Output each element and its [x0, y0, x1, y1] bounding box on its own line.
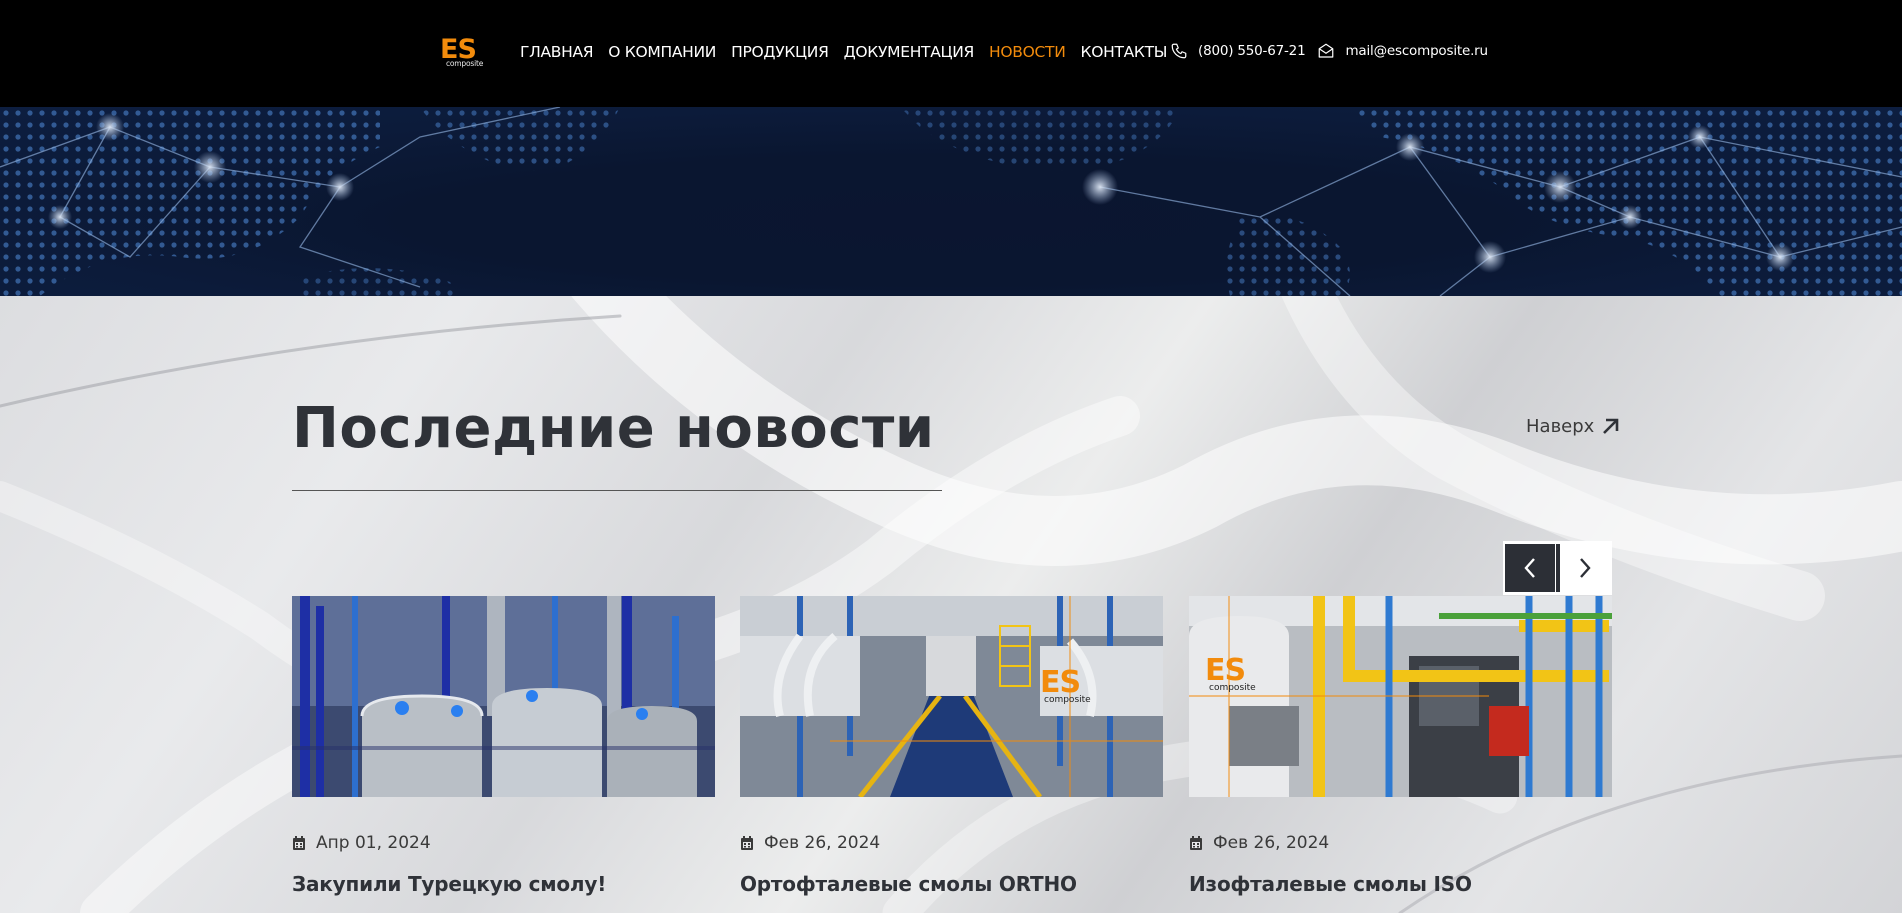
back-to-top-link[interactable]: Наверх: [1526, 416, 1620, 437]
news-date-text: Апр 01, 2024: [316, 833, 431, 853]
news-card[interactable]: Апр 01, 2024 Закупили Турецкую смолу!: [292, 596, 715, 896]
news-date: Фев 26, 2024: [1189, 833, 1329, 853]
image-logo: ES composite: [1040, 668, 1100, 708]
phone-number: (800) 550-67-21: [1198, 43, 1306, 59]
news-section: Последние новости Наверх Апр 01, 2024 За…: [0, 296, 1902, 913]
nav-item-products[interactable]: ПРОДУКЦИЯ: [731, 42, 829, 62]
image-logo-subtitle: composite: [1044, 695, 1091, 705]
carousel-controls: [1503, 541, 1612, 595]
nav-item-news[interactable]: НОВОСТИ: [989, 42, 1066, 62]
phone-link[interactable]: (800) 550-67-21: [1170, 42, 1306, 60]
nav-item-contacts[interactable]: КОНТАКТЫ: [1081, 42, 1168, 62]
calendar-icon: [741, 835, 753, 850]
calendar-icon: [1190, 835, 1202, 850]
image-logo: ES composite: [1205, 656, 1265, 696]
image-logo-subtitle: composite: [1209, 683, 1256, 693]
news-date-text: Фев 26, 2024: [1213, 833, 1330, 853]
calendar-icon: [293, 835, 305, 850]
email-link[interactable]: mail@escomposite.ru: [1317, 42, 1488, 60]
chevron-right-icon: [1580, 558, 1591, 578]
arrow-up-right-icon: [1603, 418, 1619, 434]
news-card[interactable]: ES composite Фев 26, 2024 Изофталевые см…: [1189, 596, 1612, 896]
email-address: mail@escomposite.ru: [1345, 43, 1488, 59]
carousel-prev-button[interactable]: [1505, 544, 1555, 592]
site-header: ES composite ГЛАВНАЯ О КОМПАНИИ ПРОДУКЦИ…: [0, 0, 1902, 107]
news-image[interactable]: ES composite: [740, 596, 1163, 797]
logo-subtitle: composite: [446, 59, 484, 68]
news-date: Фев 26, 2024: [740, 833, 880, 853]
section-title: Последние новости: [292, 396, 935, 461]
news-image-reactors: [292, 596, 715, 797]
news-image[interactable]: ES composite: [1189, 596, 1612, 797]
image-logo-mark: ES: [1205, 653, 1246, 688]
news-image[interactable]: [292, 596, 715, 797]
carousel-next-button[interactable]: [1560, 544, 1610, 592]
main-nav: ГЛАВНАЯ О КОМПАНИИ ПРОДУКЦИЯ ДОКУМЕНТАЦИ…: [520, 42, 1182, 62]
news-card[interactable]: ES composite Фев 26, 2024 Ортофталевые с…: [740, 596, 1163, 896]
news-title[interactable]: Закупили Турецкую смолу!: [292, 872, 606, 896]
chevron-left-icon: [1524, 558, 1535, 578]
news-title[interactable]: Ортофталевые смолы ORTHO: [740, 872, 1077, 896]
news-image-boiler-room: [1189, 596, 1612, 797]
nav-item-about[interactable]: О КОМПАНИИ: [608, 42, 716, 62]
mail-icon: [1319, 43, 1334, 58]
hero-banner: [0, 107, 1902, 296]
title-divider: [292, 490, 942, 491]
nav-item-docs[interactable]: ДОКУМЕНТАЦИЯ: [844, 42, 975, 62]
header-contacts: (800) 550-67-21 mail@escomposite.ru: [1170, 42, 1500, 60]
logo[interactable]: ES composite: [440, 36, 484, 70]
news-title[interactable]: Изофталевые смолы ISO: [1189, 872, 1472, 896]
nav-item-home[interactable]: ГЛАВНАЯ: [520, 42, 594, 62]
back-to-top-label: Наверх: [1526, 416, 1595, 437]
phone-icon: [1171, 43, 1187, 59]
news-date: Апр 01, 2024: [292, 833, 431, 853]
image-logo-mark: ES: [1040, 665, 1081, 700]
network-pattern: [0, 107, 1902, 296]
news-date-text: Фев 26, 2024: [764, 833, 881, 853]
